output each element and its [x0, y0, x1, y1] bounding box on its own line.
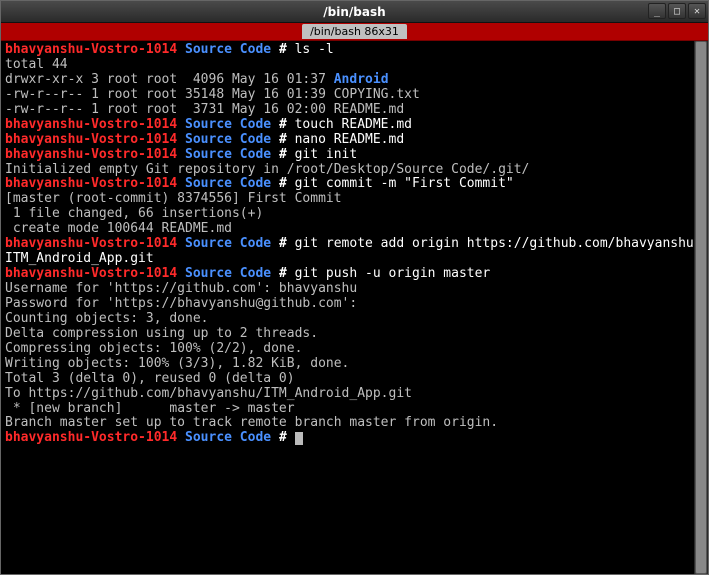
prompt-cwd: Source Code: [185, 236, 271, 251]
output-line: Counting objects: 3, done.: [5, 312, 704, 327]
window-title: /bin/bash: [1, 5, 708, 19]
prompt-cwd: Source Code: [185, 132, 271, 147]
directory-name: Android: [334, 72, 389, 87]
command-text: ls -l: [295, 42, 334, 57]
prompt-symbol: #: [279, 117, 287, 132]
prompt-line: bhavyanshu-Vostro-1014 Source Code # git…: [5, 237, 704, 267]
terminal-output[interactable]: bhavyanshu-Vostro-1014 Source Code # ls …: [1, 41, 708, 574]
scrollbar[interactable]: [694, 41, 708, 574]
prompt-symbol: #: [279, 176, 287, 191]
output-line: Total 3 (delta 0), reused 0 (delta 0): [5, 372, 704, 387]
prompt-line: bhavyanshu-Vostro-1014 Source Code # git…: [5, 267, 704, 282]
output-line: -rw-r--r-- 1 root root 35148 May 16 01:3…: [5, 88, 704, 103]
prompt-cwd: Source Code: [185, 266, 271, 281]
window-controls: _ □ ✕: [648, 3, 706, 19]
prompt-current[interactable]: bhavyanshu-Vostro-1014 Source Code #: [5, 431, 704, 446]
prompt-host: bhavyanshu-Vostro-1014: [5, 147, 177, 162]
prompt-symbol: #: [279, 266, 287, 281]
prompt-symbol: #: [279, 42, 287, 57]
prompt-host: bhavyanshu-Vostro-1014: [5, 176, 177, 191]
output-line: Writing objects: 100% (3/3), 1.82 KiB, d…: [5, 357, 704, 372]
prompt-symbol: #: [279, 430, 287, 445]
prompt-cwd: Source Code: [185, 42, 271, 57]
scrollbar-thumb[interactable]: [695, 41, 707, 574]
tab-active[interactable]: /bin/bash 86x31: [302, 24, 407, 39]
output-line: create mode 100644 README.md: [5, 222, 704, 237]
prompt-cwd: Source Code: [185, 430, 271, 445]
prompt-line: bhavyanshu-Vostro-1014 Source Code # git…: [5, 148, 704, 163]
output-line: drwxr-xr-x 3 root root 4096 May 16 01:37…: [5, 73, 704, 88]
output-line: Delta compression using up to 2 threads.: [5, 327, 704, 342]
output-line: total 44: [5, 58, 704, 73]
command-text: nano README.md: [295, 132, 405, 147]
prompt-line: bhavyanshu-Vostro-1014 Source Code # tou…: [5, 118, 704, 133]
prompt-symbol: #: [279, 236, 287, 251]
prompt-symbol: #: [279, 147, 287, 162]
prompt-symbol: #: [279, 132, 287, 147]
prompt-cwd: Source Code: [185, 147, 271, 162]
tab-bar: /bin/bash 86x31: [1, 23, 708, 41]
prompt-host: bhavyanshu-Vostro-1014: [5, 266, 177, 281]
prompt-host: bhavyanshu-Vostro-1014: [5, 236, 177, 251]
output-line: To https://github.com/bhavyanshu/ITM_And…: [5, 387, 704, 402]
prompt-host: bhavyanshu-Vostro-1014: [5, 117, 177, 132]
command-text: touch README.md: [295, 117, 412, 132]
maximize-button[interactable]: □: [668, 3, 686, 19]
prompt-host: bhavyanshu-Vostro-1014: [5, 42, 177, 57]
output-line: 1 file changed, 66 insertions(+): [5, 207, 704, 222]
terminal-window: /bin/bash _ □ ✕ /bin/bash 86x31 bhavyans…: [0, 0, 709, 575]
command-text: git push -u origin master: [295, 266, 491, 281]
command-text: git init: [295, 147, 358, 162]
titlebar[interactable]: /bin/bash _ □ ✕: [1, 1, 708, 23]
prompt-line: bhavyanshu-Vostro-1014 Source Code # nan…: [5, 133, 704, 148]
output-line: -rw-r--r-- 1 root root 3731 May 16 02:00…: [5, 103, 704, 118]
prompt-host: bhavyanshu-Vostro-1014: [5, 132, 177, 147]
prompt-line: bhavyanshu-Vostro-1014 Source Code # git…: [5, 177, 704, 192]
output-line: Username for 'https://github.com': bhavy…: [5, 282, 704, 297]
cursor: [295, 432, 303, 445]
output-line: Branch master set up to track remote bra…: [5, 416, 704, 431]
output-line: * [new branch] master -> master: [5, 402, 704, 417]
output-line: Initialized empty Git repository in /roo…: [5, 163, 704, 178]
prompt-host: bhavyanshu-Vostro-1014: [5, 430, 177, 445]
output-line: Password for 'https://bhavyanshu@github.…: [5, 297, 704, 312]
output-line: [master (root-commit) 8374556] First Com…: [5, 192, 704, 207]
output-line: Compressing objects: 100% (2/2), done.: [5, 342, 704, 357]
prompt-cwd: Source Code: [185, 117, 271, 132]
prompt-cwd: Source Code: [185, 176, 271, 191]
close-button[interactable]: ✕: [688, 3, 706, 19]
prompt-line: bhavyanshu-Vostro-1014 Source Code # ls …: [5, 43, 704, 58]
command-text: git commit -m "First Commit": [295, 176, 514, 191]
minimize-button[interactable]: _: [648, 3, 666, 19]
